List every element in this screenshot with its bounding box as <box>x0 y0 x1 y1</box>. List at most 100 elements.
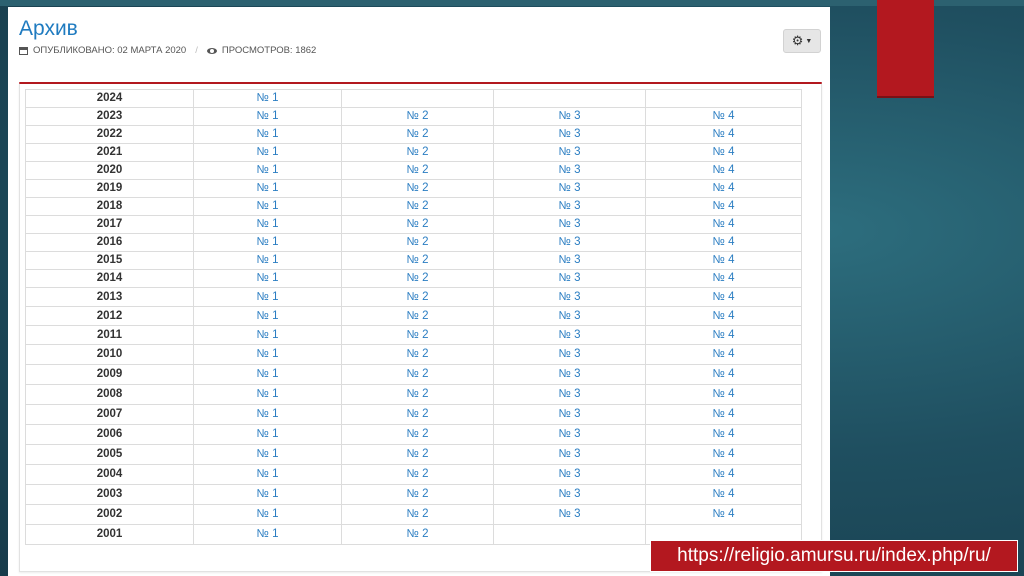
issue-link[interactable]: № 2 <box>407 164 429 176</box>
issue-link[interactable]: № 1 <box>257 488 279 500</box>
issue-link[interactable]: № 1 <box>257 272 279 284</box>
slide-accent-bar <box>0 0 1024 6</box>
issue-link[interactable]: № 1 <box>257 329 279 341</box>
issue-link[interactable]: № 2 <box>407 272 429 284</box>
issue-link[interactable]: № 1 <box>257 128 279 140</box>
issue-link[interactable]: № 3 <box>559 348 581 360</box>
issue-link[interactable]: № 3 <box>559 128 581 140</box>
issue-link[interactable]: № 1 <box>257 164 279 176</box>
issue-link[interactable]: № 1 <box>257 254 279 266</box>
issue-link[interactable]: № 1 <box>257 291 279 303</box>
issue-link[interactable]: № 2 <box>407 200 429 212</box>
issue-link[interactable]: № 4 <box>713 310 735 322</box>
issue-link[interactable]: № 3 <box>559 291 581 303</box>
issue-link[interactable]: № 3 <box>559 448 581 460</box>
issue-link[interactable]: № 4 <box>713 164 735 176</box>
issue-link[interactable]: № 2 <box>407 128 429 140</box>
issue-link[interactable]: № 1 <box>257 200 279 212</box>
issue-link[interactable]: № 3 <box>559 408 581 420</box>
issue-link[interactable]: № 4 <box>713 182 735 194</box>
issue-link[interactable]: № 3 <box>559 508 581 520</box>
issue-link[interactable]: № 1 <box>257 388 279 400</box>
issue-link[interactable]: № 3 <box>559 164 581 176</box>
issue-link[interactable]: № 1 <box>257 528 279 540</box>
issue-link[interactable]: № 3 <box>559 488 581 500</box>
table-row: 2008 № 1 № 2 № 3 № 4 <box>25 384 802 405</box>
issue-link[interactable]: № 2 <box>407 408 429 420</box>
issue-link[interactable]: № 2 <box>407 388 429 400</box>
issue-link[interactable]: № 1 <box>257 468 279 480</box>
issue-link[interactable]: № 3 <box>559 146 581 158</box>
issue-link[interactable]: № 4 <box>713 448 735 460</box>
issue-link[interactable]: № 3 <box>559 236 581 248</box>
issue-link[interactable]: № 4 <box>713 408 735 420</box>
issue-link[interactable]: № 4 <box>713 128 735 140</box>
issue-link[interactable]: № 2 <box>407 110 429 122</box>
issue-link[interactable]: № 1 <box>257 508 279 520</box>
issue-link[interactable]: № 4 <box>713 218 735 230</box>
issue-link[interactable]: № 4 <box>713 368 735 380</box>
issue-link[interactable]: № 2 <box>407 146 429 158</box>
issue-link[interactable]: № 2 <box>407 182 429 194</box>
issue-link[interactable]: № 1 <box>257 110 279 122</box>
issue-link[interactable]: № 4 <box>713 468 735 480</box>
issue-link[interactable]: № 3 <box>559 254 581 266</box>
issue-cell: № 1 <box>193 404 342 425</box>
issue-link[interactable]: № 1 <box>257 218 279 230</box>
issue-link[interactable]: № 2 <box>407 348 429 360</box>
issue-link[interactable]: № 1 <box>257 448 279 460</box>
issue-link[interactable]: № 3 <box>559 368 581 380</box>
issue-link[interactable]: № 4 <box>713 236 735 248</box>
settings-dropdown-button[interactable]: ⚙ ▼ <box>783 29 821 53</box>
issue-link[interactable]: № 4 <box>713 291 735 303</box>
issue-link[interactable]: № 3 <box>559 200 581 212</box>
issue-link[interactable]: № 4 <box>713 272 735 284</box>
issue-cell <box>493 89 646 108</box>
issue-link[interactable]: № 2 <box>407 291 429 303</box>
issue-link[interactable]: № 1 <box>257 182 279 194</box>
issue-link[interactable]: № 4 <box>713 428 735 440</box>
issue-link[interactable]: № 1 <box>257 92 279 104</box>
issue-link[interactable]: № 3 <box>559 310 581 322</box>
issue-cell: № 2 <box>341 444 494 465</box>
issue-link[interactable]: № 3 <box>559 388 581 400</box>
issue-link[interactable]: № 3 <box>559 272 581 284</box>
issue-cell: № 2 <box>341 179 494 198</box>
issue-link[interactable]: № 2 <box>407 254 429 266</box>
issue-link[interactable]: № 1 <box>257 236 279 248</box>
issue-link[interactable]: № 3 <box>559 218 581 230</box>
issue-link[interactable]: № 4 <box>713 508 735 520</box>
issue-link[interactable]: № 3 <box>559 428 581 440</box>
issue-link[interactable]: № 1 <box>257 428 279 440</box>
issue-link[interactable]: № 4 <box>713 488 735 500</box>
issue-link[interactable]: № 4 <box>713 348 735 360</box>
issue-link[interactable]: № 2 <box>407 448 429 460</box>
issue-link[interactable]: № 2 <box>407 488 429 500</box>
issue-link[interactable]: № 4 <box>713 388 735 400</box>
issue-link[interactable]: № 1 <box>257 408 279 420</box>
issue-link[interactable]: № 1 <box>257 146 279 158</box>
issue-link[interactable]: № 4 <box>713 146 735 158</box>
issue-link[interactable]: № 2 <box>407 368 429 380</box>
issue-link[interactable]: № 2 <box>407 218 429 230</box>
issue-link[interactable]: № 3 <box>559 110 581 122</box>
issue-link[interactable]: № 4 <box>713 329 735 341</box>
table-row: 2003 № 1 № 2 № 3 № 4 <box>25 484 802 505</box>
issue-link[interactable]: № 1 <box>257 310 279 322</box>
issue-link[interactable]: № 1 <box>257 348 279 360</box>
issue-link[interactable]: № 2 <box>407 236 429 248</box>
issue-link[interactable]: № 3 <box>559 329 581 341</box>
issue-link[interactable]: № 4 <box>713 254 735 266</box>
issue-link[interactable]: № 2 <box>407 468 429 480</box>
issue-link[interactable]: № 4 <box>713 200 735 212</box>
issue-link[interactable]: № 4 <box>713 110 735 122</box>
issue-link[interactable]: № 2 <box>407 528 429 540</box>
issue-link[interactable]: № 2 <box>407 508 429 520</box>
issue-cell: № 3 <box>493 215 646 234</box>
issue-link[interactable]: № 1 <box>257 368 279 380</box>
issue-link[interactable]: № 2 <box>407 329 429 341</box>
issue-link[interactable]: № 3 <box>559 468 581 480</box>
issue-link[interactable]: № 3 <box>559 182 581 194</box>
issue-link[interactable]: № 2 <box>407 310 429 322</box>
issue-link[interactable]: № 2 <box>407 428 429 440</box>
